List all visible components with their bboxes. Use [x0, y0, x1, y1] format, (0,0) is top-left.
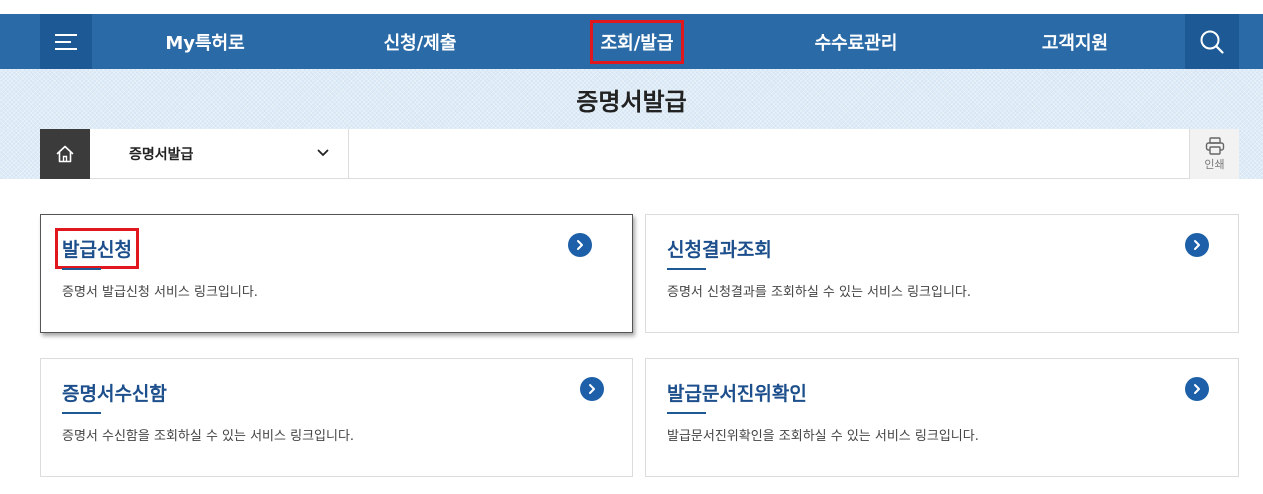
chevron-down-icon [317, 149, 329, 156]
breadcrumb-select[interactable]: 증명서발급 [90, 129, 349, 179]
card-certificate-inbox[interactable]: 증명서수신함 증명서 수신함을 조회하실 수 있는 서비스 링크입니다. [40, 358, 633, 477]
nav-item-label: 수수료관리 [814, 32, 898, 54]
card-title: 발급신청 [55, 228, 139, 269]
card-underline [62, 412, 101, 414]
arrow-right-circle-icon[interactable] [568, 233, 592, 257]
breadcrumb-selected-label: 증명서발급 [129, 147, 194, 163]
hamburger-icon [55, 33, 77, 50]
chevron-right-icon [589, 384, 595, 394]
print-button[interactable]: 인쇄 [1189, 129, 1239, 179]
top-navigation: My특허로 신청/제출 조회/발급 수수료관리 고객지원 [0, 0, 1263, 69]
card-underline [62, 268, 101, 270]
card-issue-request[interactable]: 발급신청 증명서 발급신청 서비스 링크입니다. [40, 214, 633, 333]
chevron-right-icon [577, 240, 583, 250]
card-description: 증명서 수신함을 조회하실 수 있는 서비스 링크입니다. [62, 429, 355, 444]
card-title: 증명서수신함 [62, 383, 167, 405]
arrow-right-circle-icon[interactable] [580, 377, 604, 401]
card-underline [667, 412, 706, 414]
menu-button[interactable] [40, 14, 92, 69]
nav-item-inquiry-issue[interactable]: 조회/발급 [582, 14, 692, 69]
search-button[interactable] [1185, 14, 1239, 69]
arrow-right-circle-icon[interactable] [1185, 377, 1209, 401]
breadcrumb-container: 증명서발급 인쇄 [40, 129, 1239, 179]
page-title: 증명서발급 [576, 87, 687, 116]
nav-item-label: My특허로 [165, 32, 245, 54]
card-title: 발급문서진위확인 [667, 383, 807, 405]
home-icon [56, 145, 74, 163]
title-band: 증명서발급 [0, 69, 1263, 129]
card-application-result[interactable]: 신청결과조회 증명서 신청결과를 조회하실 수 있는 서비스 링크입니다. [645, 214, 1239, 333]
search-icon [1200, 30, 1224, 54]
card-title: 신청결과조회 [667, 239, 772, 261]
top-nav-bar: My특허로 신청/제출 조회/발급 수수료관리 고객지원 [0, 14, 1263, 69]
nav-item-customer-support[interactable]: 고객지원 [1020, 14, 1130, 69]
printer-icon [1205, 136, 1224, 155]
card-description: 증명서 신청결과를 조회하실 수 있는 서비스 링크입니다. [667, 285, 972, 300]
nav-item-label: 조회/발급 [589, 19, 685, 64]
card-underline [667, 268, 706, 270]
card-description: 발급문서진위확인을 조회하실 수 있는 서비스 링크입니다. [667, 429, 979, 444]
nav-item-apply-submit[interactable]: 신청/제출 [365, 14, 475, 69]
nav-item-my[interactable]: My특허로 [150, 14, 260, 69]
card-document-verification[interactable]: 발급문서진위확인 발급문서진위확인을 조회하실 수 있는 서비스 링크입니다. [645, 358, 1239, 477]
breadcrumb: 증명서발급 인쇄 [0, 129, 1263, 179]
home-button[interactable] [40, 129, 90, 179]
nav-item-fee-management[interactable]: 수수료관리 [801, 14, 911, 69]
print-label: 인쇄 [1204, 157, 1225, 171]
nav-item-label: 고객지원 [1041, 32, 1109, 54]
nav-item-label: 신청/제출 [383, 32, 457, 54]
arrow-right-circle-icon[interactable] [1185, 233, 1209, 257]
chevron-right-icon [1194, 384, 1200, 394]
chevron-right-icon [1194, 240, 1200, 250]
card-description: 증명서 발급신청 서비스 링크입니다. [62, 285, 258, 300]
